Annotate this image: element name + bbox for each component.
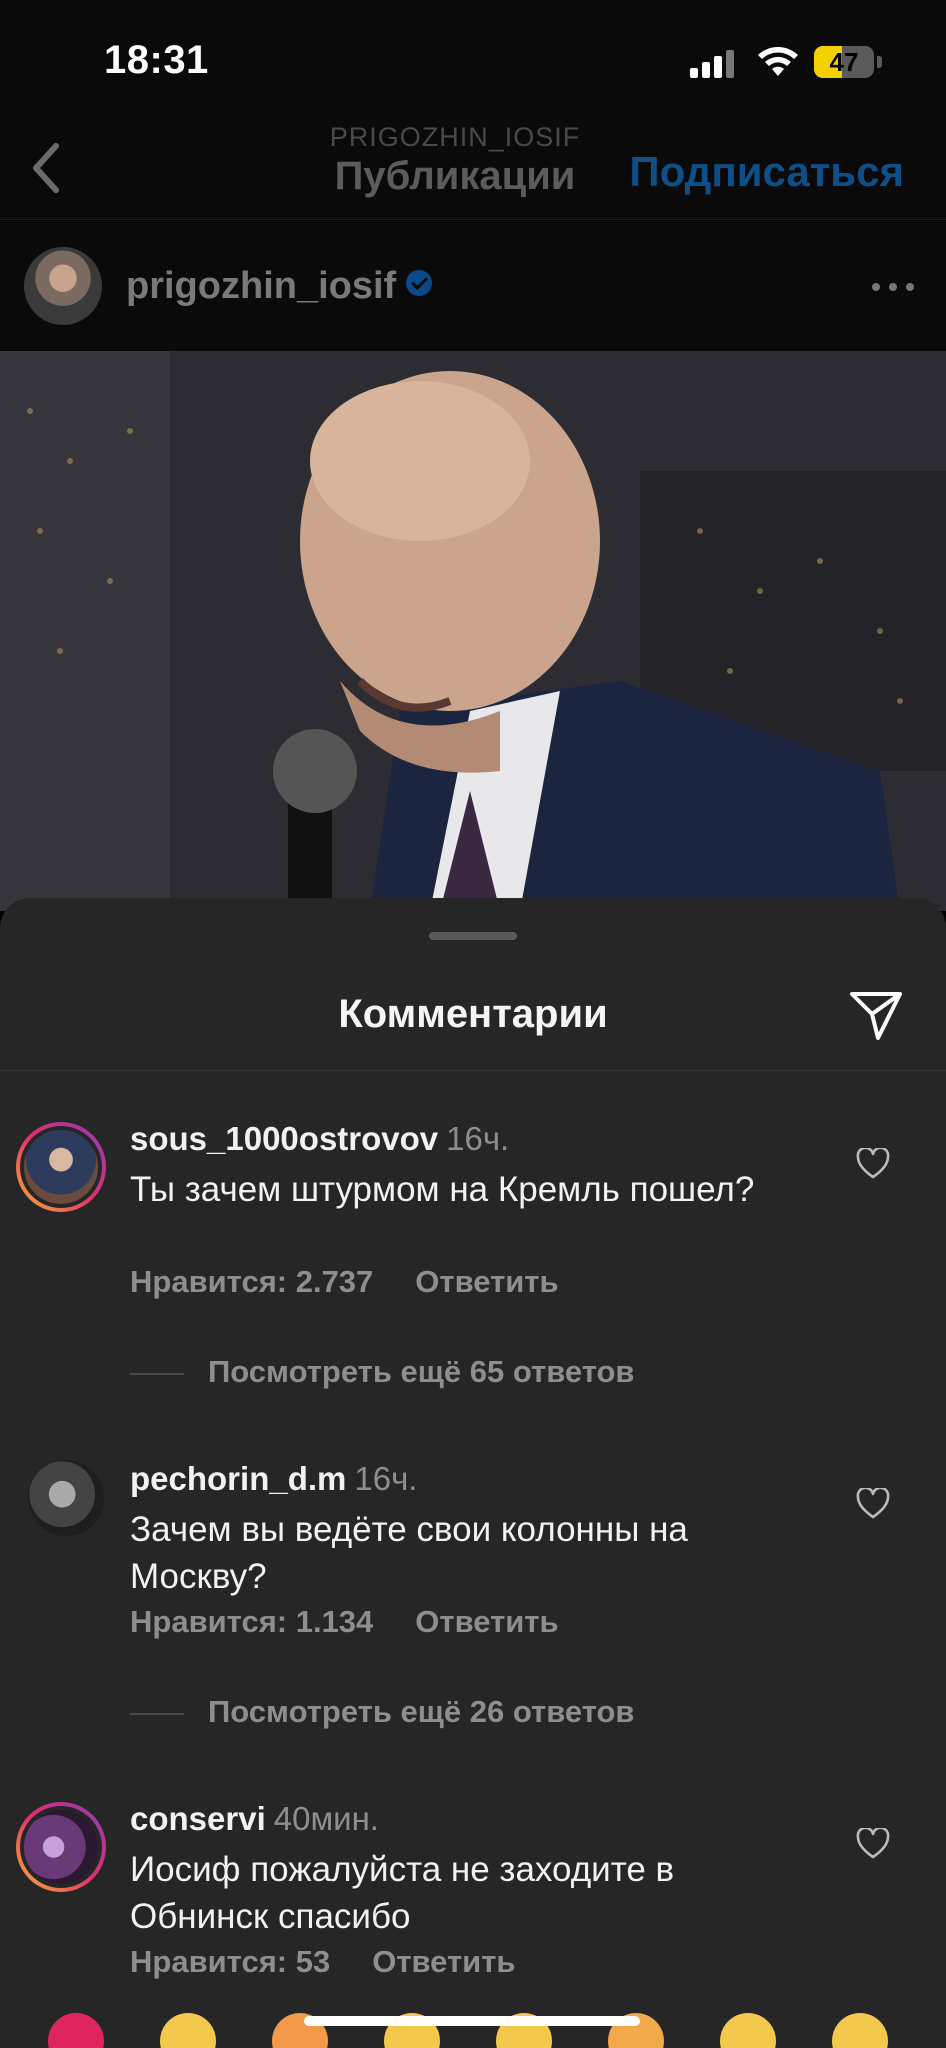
view-more-replies-button[interactable]: Посмотреть ещё 65 ответов [130, 1354, 634, 1390]
battery-icon: 47 [814, 46, 874, 78]
surprised-emoji-icon[interactable] [720, 2013, 776, 2048]
comment-time: 16ч. [354, 1460, 418, 1497]
comment-text: Ты зачем штурмом на Кремль пошел? [130, 1170, 755, 1209]
comment-header: conservi 40мин. [130, 1800, 379, 1838]
comment-username[interactable]: sous_1000ostrovov [130, 1120, 438, 1157]
post-username-text[interactable]: prigozhin_iosif [126, 265, 396, 307]
avatar[interactable] [24, 247, 102, 325]
post-photo-illustration [0, 351, 946, 911]
cellular-signal-icon [690, 48, 736, 78]
status-time: 18:31 [104, 38, 209, 82]
replies-line [130, 1712, 184, 1715]
battery-cap [877, 56, 882, 68]
replies-line [130, 1372, 184, 1375]
reply-button[interactable]: Ответить [415, 1264, 558, 1299]
sheet-grabber[interactable] [429, 932, 517, 940]
subscribe-button[interactable]: Подписаться [629, 148, 904, 196]
comment-username[interactable]: conservi [130, 1800, 266, 1837]
home-indicator[interactable] [304, 2016, 640, 2026]
heart-icon[interactable] [856, 1148, 890, 1180]
status-bar: 18:31 47 [0, 0, 946, 120]
laughing-emoji-icon[interactable] [832, 2013, 888, 2048]
avatar-image [20, 1126, 102, 1208]
comment-time: 40мин. [273, 1800, 379, 1837]
comment-meta: Нравится: 2.737 Ответить [130, 1264, 559, 1300]
like-count[interactable]: Нравится: 53 [130, 1944, 330, 1979]
comment-text: Зачем вы ведёте свои колонны на Москву? [130, 1510, 688, 1596]
comment-meta: Нравится: 53 Ответить [130, 1944, 515, 1980]
comment-header: pechorin_d.m 16ч. [130, 1460, 417, 1498]
heart-icon[interactable] [856, 1828, 890, 1860]
reply-button[interactable]: Ответить [415, 1604, 558, 1639]
comment-meta: Нравится: 1.134 Ответить [130, 1604, 559, 1640]
battery-percent: 47 [829, 47, 859, 77]
avatar[interactable] [16, 1122, 106, 1212]
wifi-icon [758, 47, 798, 76]
comment-header: sous_1000ostrovov 16ч. [130, 1120, 509, 1158]
heart-icon[interactable] [856, 1488, 890, 1520]
reply-button[interactable]: Ответить [372, 1944, 515, 1979]
like-count[interactable]: Нравится: 1.134 [130, 1604, 373, 1639]
avatar-image [20, 1806, 102, 1888]
post-header: prigozhin_iosif [0, 221, 946, 351]
raised-hands-emoji-icon[interactable] [160, 2013, 216, 2048]
comment-username[interactable]: pechorin_d.m [130, 1460, 346, 1497]
avatar[interactable] [16, 1802, 106, 1892]
sheet-title: Комментарии [338, 992, 608, 1036]
nav-header: PRIGOZHIN_IOSIF Публикации Подписаться [0, 120, 946, 220]
verified-badge-icon [406, 270, 433, 296]
avatar[interactable] [28, 1460, 104, 1536]
sheet-divider [0, 1070, 946, 1071]
heart-emoji-icon[interactable] [48, 2013, 104, 2048]
post-username[interactable]: prigozhin_iosif [126, 265, 433, 308]
like-count[interactable]: Нравится: 2.737 [130, 1264, 373, 1299]
view-more-replies-label[interactable]: Посмотреть ещё 26 ответов [208, 1694, 634, 1729]
comment-time: 16ч. [446, 1120, 510, 1157]
view-more-replies-button[interactable]: Посмотреть ещё 26 ответов [130, 1694, 634, 1730]
post-photo[interactable] [0, 351, 946, 911]
comment-text: Иосиф пожалуйста не заходите в Обнинск с… [130, 1850, 675, 1936]
view-more-replies-label[interactable]: Посмотреть ещё 65 ответов [208, 1354, 634, 1389]
share-icon[interactable] [848, 986, 904, 1042]
comments-sheet: Комментарии sous_1000ostrovov 16ч. Ты зач… [0, 898, 946, 2048]
more-options-icon[interactable] [872, 283, 916, 293]
